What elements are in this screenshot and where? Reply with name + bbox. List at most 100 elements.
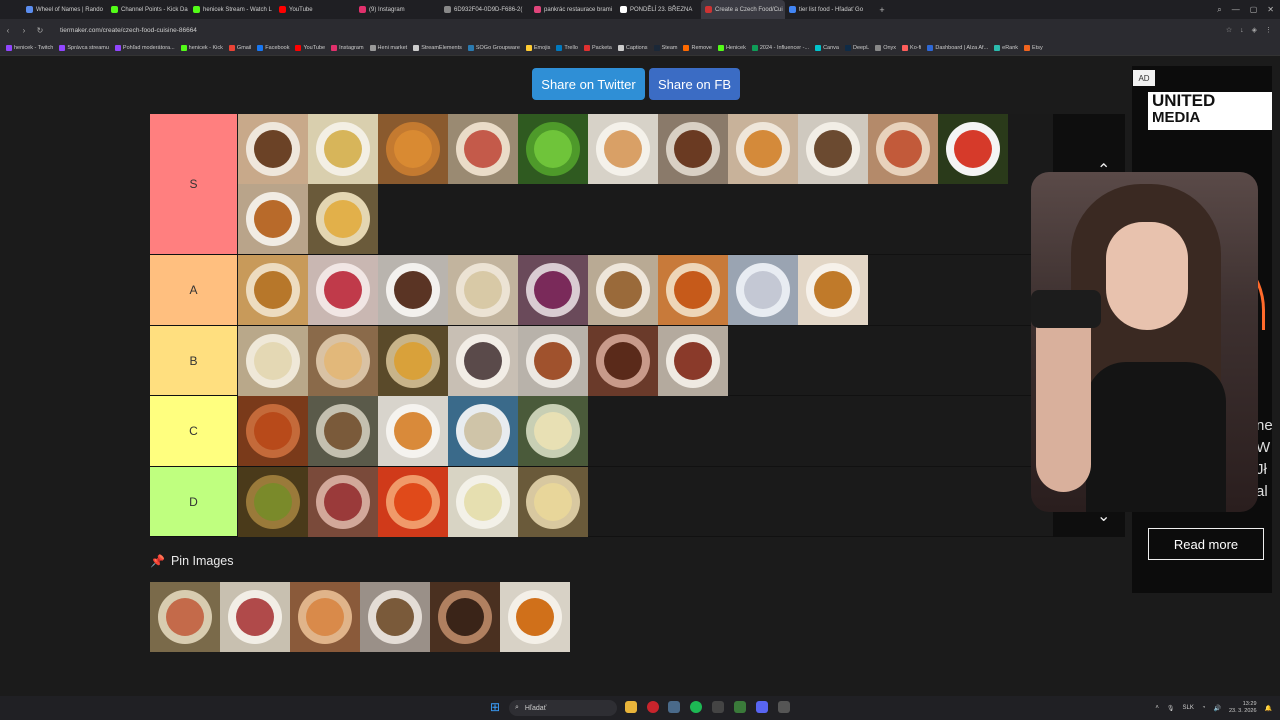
tier-row-d[interactable]: D	[150, 467, 1125, 537]
browser-tab[interactable]: tier list food - Hľadať Go	[785, 0, 875, 19]
taskbar-search[interactable]: ⌕ Hľadať	[509, 700, 617, 716]
bookmark-item[interactable]: YouTube	[295, 45, 325, 51]
food-image-potato-pancakes[interactable]	[238, 255, 308, 325]
food-image-kolache[interactable]	[308, 255, 378, 325]
volume-icon[interactable]: 🔊	[1214, 705, 1221, 712]
share-facebook-button[interactable]: Share on FB	[649, 68, 740, 100]
bookmark-item[interactable]: Gmail	[228, 45, 251, 51]
food-image-buchty[interactable]	[308, 326, 378, 396]
steam-icon[interactable]	[668, 701, 680, 713]
browser-tab[interactable]: 6D932F04-0D9D-F686-2(	[440, 0, 530, 19]
bookmark-item[interactable]: Packeta	[583, 45, 612, 51]
spotify-icon[interactable]	[690, 701, 702, 713]
food-image-open-sandwiches[interactable]	[448, 114, 518, 184]
food-image-poppy-strudel[interactable]	[430, 582, 500, 652]
back-icon[interactable]: ‹	[0, 26, 16, 35]
microphone-tray-icon[interactable]: 🎙	[1167, 705, 1175, 712]
bookmark-item[interactable]: Facebook	[257, 45, 289, 51]
maximize-icon[interactable]: ▢	[1250, 5, 1258, 14]
food-image-fish-fries[interactable]	[308, 184, 378, 254]
food-image-pea-puree[interactable]	[518, 114, 588, 184]
food-image-fried-tofu-salad[interactable]	[378, 326, 448, 396]
bookmark-item[interactable]: 2024 - Influencer -...	[751, 45, 809, 51]
food-image-fried-cheese-balls[interactable]	[378, 114, 448, 184]
new-tab-button[interactable]: +	[875, 5, 889, 15]
obs-icon[interactable]	[778, 701, 790, 713]
discord-icon[interactable]	[756, 701, 768, 713]
browser-tab[interactable]: PONDĚLÍ 23. BŘEZNA	[616, 0, 701, 19]
bookmark-item[interactable]: Etsy	[1024, 45, 1043, 51]
file-explorer-icon[interactable]	[625, 701, 637, 713]
bookmark-item[interactable]: Onyx	[875, 45, 896, 51]
food-image-plum-dumplings[interactable]	[728, 255, 798, 325]
bookmark-item[interactable]: SOGo Groupware	[467, 45, 520, 51]
bookmark-item[interactable]: Steam	[653, 45, 677, 51]
bookmark-item[interactable]: Captions	[617, 45, 648, 51]
bookmark-item[interactable]: Instagram	[331, 45, 364, 51]
food-image-svickova-dumplings[interactable]	[798, 114, 868, 184]
food-image-beef-dumplings-sauce[interactable]	[378, 255, 448, 325]
app-icon[interactable]	[712, 701, 724, 713]
bookmark-item[interactable]: henicek - Twitch	[6, 45, 53, 51]
browser-tab[interactable]: pankrác restaurace brami	[530, 0, 616, 19]
food-image-roast-dumplings[interactable]	[588, 255, 658, 325]
food-image-topinka[interactable]	[868, 114, 938, 184]
browser-tab[interactable]: Wheel of Names | Rando	[22, 0, 107, 19]
food-image-chicken-sauce[interactable]	[378, 396, 448, 466]
food-image-fruit-dumplings-cream[interactable]	[238, 326, 308, 396]
food-image-braided-bread[interactable]	[290, 582, 360, 652]
food-image-chocolate-cake[interactable]	[588, 326, 658, 396]
windows-start-icon[interactable]: ⊞	[490, 701, 502, 713]
language-indicator[interactable]: SLK	[1183, 705, 1194, 711]
download-icon[interactable]: ↓	[1240, 27, 1244, 34]
food-image-goulash-soup[interactable]	[238, 396, 308, 466]
food-image-dill-sauce[interactable]	[448, 467, 518, 537]
bookmark-item[interactable]: Trello	[556, 45, 578, 51]
bookmark-item[interactable]: Emojis	[525, 45, 550, 51]
food-image-dumplings-gravy[interactable]	[360, 582, 430, 652]
food-image-poppyseed-noodles[interactable]	[448, 326, 518, 396]
bookmark-item[interactable]: StreamElements	[413, 45, 462, 51]
bookmark-item[interactable]: Remove	[683, 45, 712, 51]
menu-icon[interactable]: ⋮	[1265, 26, 1272, 34]
close-icon[interactable]: ✕	[1267, 5, 1274, 14]
forward-icon[interactable]: ›	[16, 26, 32, 35]
tier-row-a[interactable]: A	[150, 255, 1125, 326]
food-image-beef-pickles[interactable]	[658, 326, 728, 396]
browser-tab[interactable]: henicek Stream - Watch L	[189, 0, 275, 19]
food-image-pork-gravy-dumplings[interactable]	[658, 255, 728, 325]
browser-tab[interactable]: (9) Instagram	[355, 0, 440, 19]
bookmark-item[interactable]: Ko-fi	[902, 45, 921, 51]
tier-label[interactable]: S	[150, 114, 237, 254]
food-image-mushroom-soup[interactable]	[448, 255, 518, 325]
food-image-chicken-paprika[interactable]	[798, 255, 868, 325]
bookmark-item[interactable]: Canva	[815, 45, 839, 51]
food-image-beef-spinach[interactable]	[220, 582, 290, 652]
browser-tab[interactable]: Channel Points - Kick Da	[107, 0, 189, 19]
bookmark-star-icon[interactable]: ☆	[1226, 26, 1232, 34]
browser-tab[interactable]: Create a Czech Food/Cui	[701, 0, 785, 19]
food-image-marble-cake[interactable]	[238, 114, 308, 184]
tier-label[interactable]: D	[150, 467, 237, 536]
notification-bell-icon[interactable]: 🔔	[1265, 705, 1272, 712]
food-image-tomato-soup[interactable]	[938, 114, 1008, 184]
browser-tab[interactable]: YouTube	[275, 0, 355, 19]
bookmark-item[interactable]: Správca streamu	[59, 45, 109, 51]
chevron-up-tray-icon[interactable]: ˄	[1155, 705, 1159, 711]
tier-label[interactable]: B	[150, 326, 237, 395]
bookmark-item[interactable]: henicek - Kick	[180, 45, 223, 51]
ad-read-more-button[interactable]: Read more	[1148, 528, 1264, 560]
food-image-duck-red-cabbage[interactable]	[518, 255, 588, 325]
tier-label[interactable]: A	[150, 255, 237, 325]
food-image-cheese-pieces[interactable]	[518, 467, 588, 537]
url-field[interactable]: tiermaker.com/create/czech-food-cuisine-…	[60, 27, 197, 34]
bookmark-item[interactable]: eRank	[994, 45, 1018, 51]
food-image-schnitzel-potato-salad[interactable]	[238, 184, 308, 254]
food-image-sauerkraut-pork[interactable]	[308, 467, 378, 537]
tier-row-c[interactable]: C	[150, 396, 1125, 467]
food-image-lentil-soup[interactable]	[238, 467, 308, 537]
opera-browser-icon[interactable]	[647, 701, 659, 713]
search-tabs-icon[interactable]: ⌕	[1217, 5, 1221, 15]
food-image-potato-cabbage-dish[interactable]	[518, 396, 588, 466]
food-image-pickled-sausages[interactable]	[150, 582, 220, 652]
